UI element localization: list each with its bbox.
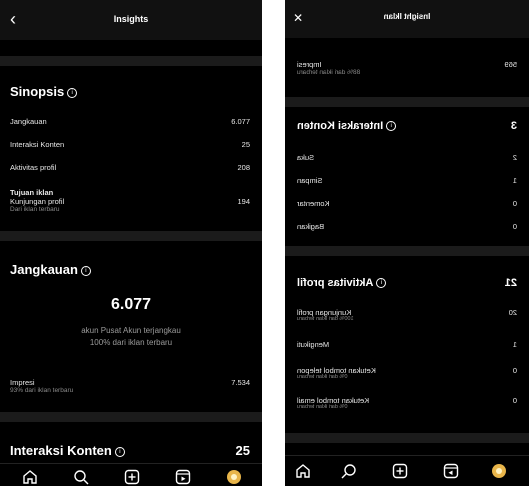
row-label: Komentar [297, 199, 330, 208]
impressions-sub: 88% dari iklan terbaru [297, 69, 361, 76]
row-value: 208 [237, 163, 250, 172]
interaksi-title: iInteraksi Konten [297, 120, 397, 132]
row-value: 20 [508, 308, 517, 317]
ad-insights-screen: ✕ Insight Iklan Impresi 88% dari iklan t… [285, 0, 529, 486]
impressions-label: Impresi [297, 60, 322, 69]
row-label: Mengikuti [297, 340, 330, 349]
page-title: Insight Iklan [383, 12, 431, 21]
page-title: Insights [113, 14, 149, 24]
insights-screen: ‹ Insights Sinopsis i Jangkauan 6.077 Int… [0, 0, 262, 486]
interaksi-title: Interaksi Konten i [10, 443, 125, 458]
goal-label: Kunjungan profil [10, 197, 65, 206]
row-value: 6.077 [231, 117, 250, 126]
row-value: 2 [512, 153, 517, 162]
divider [285, 246, 529, 256]
profile-avatar-icon[interactable] [226, 469, 242, 485]
divider [285, 97, 529, 107]
row-label: Interaksi Konten [10, 140, 65, 149]
info-icon[interactable]: i [114, 446, 125, 457]
sinopsis-title: Sinopsis i [10, 84, 78, 99]
row-sub: 100% dari iklan terbaru [297, 316, 354, 322]
row-sub: 0% dari iklan terbaru [297, 374, 348, 380]
info-icon[interactable]: i [67, 87, 78, 98]
add-icon[interactable] [124, 469, 140, 485]
mirrored-content: ✕ Insight Iklan Impresi 88% dari iklan t… [285, 0, 529, 486]
row-value: 1 [512, 176, 517, 185]
aktivitas-title: iAktivitas profil [297, 277, 387, 289]
row-value: 1 [512, 340, 517, 349]
jangkauan-title: Jangkauan i [10, 262, 91, 277]
search-icon[interactable] [73, 469, 89, 485]
add-icon[interactable] [392, 463, 408, 479]
goal-value: 194 [237, 197, 250, 206]
tab-bar [0, 463, 262, 486]
row-value: 0 [512, 396, 517, 405]
row-value: 0 [512, 222, 517, 231]
home-icon[interactable] [295, 463, 311, 479]
reach-desc-sub: 100% dari iklan terbaru [89, 338, 173, 347]
home-icon[interactable] [22, 469, 38, 485]
impressions-label: Impresi [10, 378, 35, 387]
row-sub: 0% dari iklan terbaru [297, 404, 348, 410]
tab-bar [285, 455, 529, 486]
row-label: Suka [297, 153, 315, 162]
aktivitas-value: 21 [504, 277, 517, 289]
reach-desc: akun Pusat Akun terjangkau [81, 326, 181, 335]
impressions-value: 569 [504, 60, 517, 69]
search-icon[interactable] [341, 463, 357, 479]
row-label: Bagikan [297, 222, 325, 231]
divider [0, 231, 262, 241]
row-label: Simpan [297, 176, 323, 185]
header: ✕ Insight Iklan [285, 0, 529, 38]
goal-title: Tujuan iklan [10, 188, 54, 197]
info-icon[interactable]: i [376, 278, 387, 289]
goal-sub: Dari iklan terbaru [10, 206, 60, 213]
divider [285, 433, 529, 443]
row-value: 0 [512, 366, 517, 375]
divider [0, 56, 262, 66]
interaksi-value: 25 [235, 443, 250, 458]
info-icon[interactable]: i [386, 121, 397, 132]
info-icon[interactable]: i [80, 265, 91, 276]
impressions-value: 7.534 [231, 378, 250, 387]
profile-avatar-icon[interactable] [491, 463, 507, 479]
interaksi-value: 3 [510, 120, 517, 132]
header: ‹ Insights [0, 0, 262, 40]
row-label: Jangkauan [10, 117, 47, 126]
impressions-sub: 93% dari iklan terbaru [10, 387, 74, 394]
divider [0, 412, 262, 422]
row-value: 25 [241, 140, 250, 149]
row-label: Aktivitas profil [10, 163, 57, 172]
row-value: 0 [512, 199, 517, 208]
reels-icon[interactable] [443, 463, 459, 479]
reels-icon[interactable] [175, 469, 191, 485]
reach-value: 6.077 [110, 296, 152, 313]
